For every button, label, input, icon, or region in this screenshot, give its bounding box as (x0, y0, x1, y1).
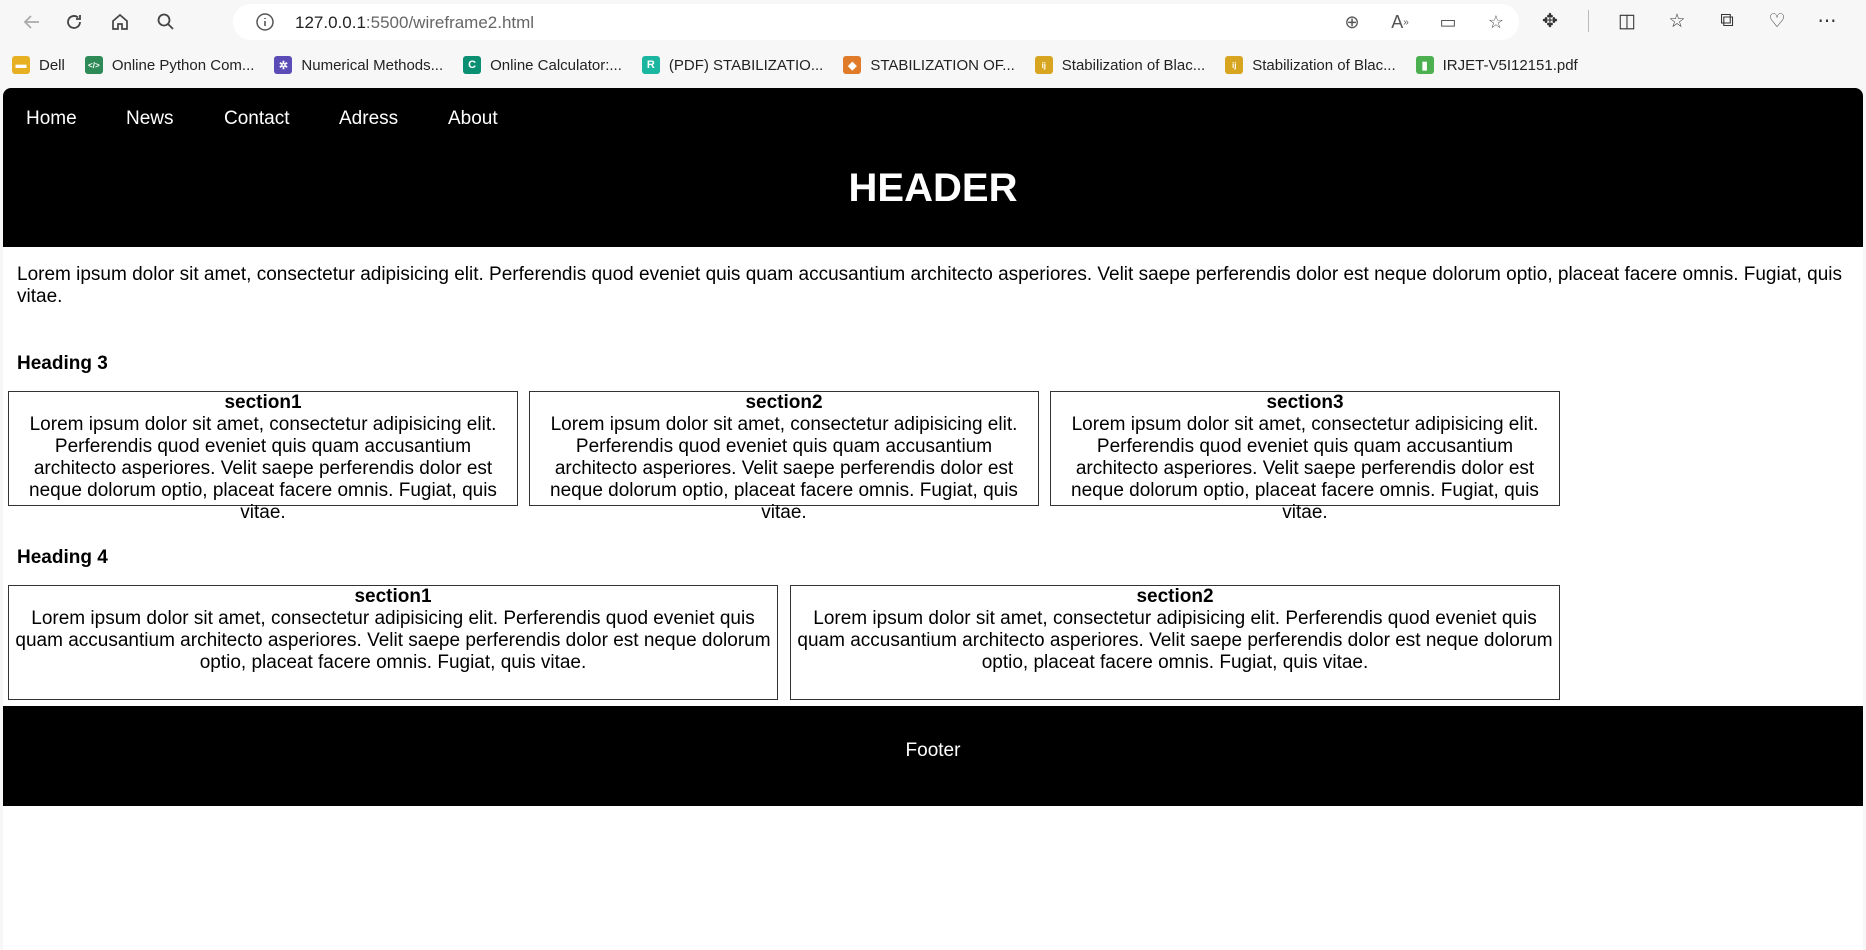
bookmarks-bar: ▬ Dell </> Online Python Com... ✲ Numerical M… (0, 48, 1866, 82)
site-footer: Footer (3, 706, 1863, 806)
folder-icon: ▬ (12, 56, 30, 74)
row2-section2-box: section2 Lorem ipsum dolor sit amet, con… (790, 585, 1560, 700)
footer-text: Footer (905, 740, 961, 761)
more-menu-icon[interactable]: ⋯ (1815, 8, 1839, 34)
section-title: section1 (224, 392, 302, 413)
immersive-reader-icon[interactable]: ▭ (1435, 10, 1461, 34)
url-text: 127.0.0.1:5500/wireframe2.html (295, 13, 534, 33)
section-title: section3 (1266, 392, 1344, 413)
atom-icon: ✲ (274, 56, 293, 74)
bookmark-label: IRJET-V5I12151.pdf (1442, 56, 1578, 74)
address-bar[interactable]: 127.0.0.1:5500/wireframe2.html ⊕ A» ▭ ☆ (233, 4, 1519, 40)
heading-2: Heading 2 (17, 219, 108, 240)
bookmark-label: (PDF) STABILIZATIO... (668, 56, 824, 74)
bookmark-item[interactable]: ◆ STABILIZATION OF... (843, 56, 1015, 74)
browser-toolbar: 127.0.0.1:5500/wireframe2.html ⊕ A» ▭ ☆ … (0, 0, 1866, 44)
bookmark-item[interactable]: ✲ Numerical Methods... (274, 56, 443, 74)
extensions-icon[interactable]: ✥ (1538, 8, 1562, 34)
ij-icon: ij (1225, 56, 1244, 74)
bookmark-label: Stabilization of Blac... (1252, 56, 1396, 74)
search-icon[interactable] (148, 4, 184, 40)
bookmark-item[interactable]: </> Online Python Com... (84, 56, 255, 74)
toolbar-separator (1588, 10, 1589, 32)
favorites-icon[interactable]: ☆ (1665, 8, 1689, 34)
section-text: Lorem ipsum dolor sit amet, consectetur … (29, 414, 497, 523)
nav-about-link[interactable]: About (448, 108, 498, 130)
section-title: section2 (745, 392, 823, 413)
bookmark-label: Online Calculator:... (490, 56, 622, 74)
section-text: Lorem ipsum dolor sit amet, consectetur … (1071, 414, 1539, 523)
site-info-icon[interactable] (255, 12, 275, 32)
bookmark-label: STABILIZATION OF... (870, 56, 1015, 74)
section-text: Lorem ipsum dolor sit amet, consectetur … (797, 608, 1553, 673)
header-title: HEADER (848, 166, 1018, 210)
section-text: Lorem ipsum dolor sit amet, consectetur … (15, 608, 771, 673)
section-title: section2 (1136, 586, 1214, 607)
heading-3: Heading 3 (17, 353, 108, 374)
favorite-star-icon[interactable]: ☆ (1483, 10, 1509, 34)
bookmark-label: Dell (39, 56, 65, 74)
ij-icon: ij (1034, 56, 1053, 74)
bookmark-label: Stabilization of Blac... (1061, 56, 1206, 74)
bookmark-label: Online Python Com... (111, 56, 255, 74)
split-screen-icon[interactable]: ◫ (1615, 8, 1639, 34)
intro-paragraph: Lorem ipsum dolor sit amet, consectetur … (17, 264, 1842, 307)
row2-section1-box: section1 Lorem ipsum dolor sit amet, con… (8, 585, 778, 700)
back-icon[interactable] (14, 4, 50, 40)
bookmark-item[interactable]: ij Stabilization of Blac... (1225, 56, 1396, 74)
section-title: section1 (354, 586, 432, 607)
home-icon[interactable] (102, 4, 138, 40)
bookmark-item[interactable]: ij Stabilization of Blac... (1034, 56, 1206, 74)
read-aloud-icon[interactable]: A» (1387, 10, 1413, 34)
code-icon: </> (84, 56, 103, 74)
zoom-icon[interactable]: ⊕ (1339, 10, 1365, 34)
pdf-icon: ▮ (1415, 56, 1434, 74)
nav-home-link[interactable]: Home (26, 108, 77, 130)
browser-essentials-icon[interactable]: ♡ (1765, 8, 1789, 34)
nav-contact-link[interactable]: Contact (224, 108, 289, 130)
heading-4: Heading 4 (17, 547, 108, 568)
site-header: Home News Contact Adress About HEADER (3, 88, 1863, 247)
nav-news-link[interactable]: News (126, 108, 174, 130)
refresh-icon[interactable] (56, 4, 92, 40)
bookmark-item[interactable]: ▮ IRJET-V5I12151.pdf (1415, 56, 1578, 74)
row3-section2-box: section2 Lorem ipsum dolor sit amet, con… (529, 391, 1039, 523)
row3-section3-box: section3 Lorem ipsum dolor sit amet, con… (1050, 391, 1560, 523)
row3-section1-box: section1 Lorem ipsum dolor sit amet, con… (8, 391, 518, 523)
bookmark-item[interactable]: ▬ Dell (12, 56, 65, 74)
url-host: 127.0.0.1 (295, 13, 366, 32)
researchgate-icon: R (641, 56, 660, 74)
url-path: :5500/wireframe2.html (365, 13, 535, 32)
collections-icon[interactable]: ⧉ (1715, 8, 1739, 34)
calculator-icon: C (463, 56, 482, 74)
bookmark-label: Numerical Methods... (301, 56, 444, 74)
bookmark-item[interactable]: R (PDF) STABILIZATIO... (641, 56, 824, 74)
bookmark-item[interactable]: C Online Calculator:... (463, 56, 622, 74)
site-icon: ◆ (843, 56, 862, 74)
section-text: Lorem ipsum dolor sit amet, consectetur … (550, 414, 1018, 523)
page-viewport: Home News Contact Adress About HEADER He… (3, 88, 1863, 950)
nav-adress-link[interactable]: Adress (339, 108, 398, 130)
